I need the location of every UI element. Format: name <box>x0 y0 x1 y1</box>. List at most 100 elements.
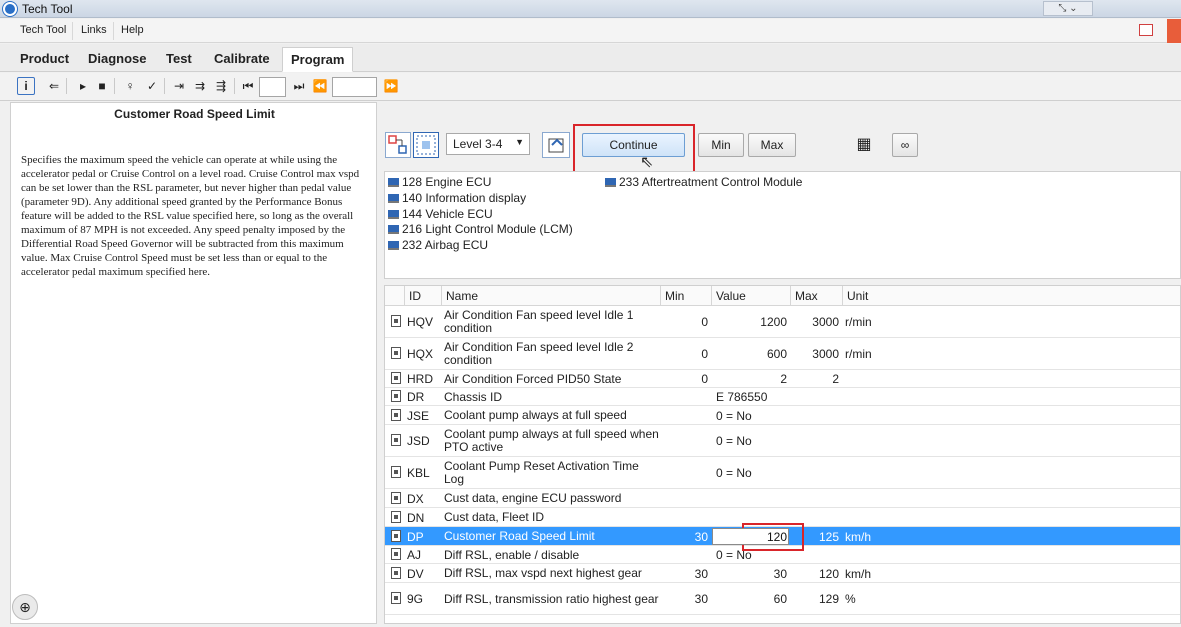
step-out-icon[interactable]: ⇶ <box>212 77 230 95</box>
cell-name-text: Cust data, engine ECU password <box>444 491 622 505</box>
mouse-cursor-icon: ⇖ <box>640 154 654 171</box>
table-row[interactable]: DV Diff RSL, max vspd next highest gear 30… <box>385 564 1180 583</box>
continue-button[interactable]: Continue <box>582 133 685 157</box>
table-row[interactable]: JSE Coolant pump always at full speed 0 = … <box>385 406 1180 425</box>
table-row[interactable]: JSD Coolant pump always at full speed whe… <box>385 425 1180 457</box>
menu-help[interactable]: Help <box>115 22 150 40</box>
header-min[interactable]: Min <box>661 286 712 306</box>
cell-min <box>661 508 712 527</box>
header-id[interactable]: ID <box>405 286 442 306</box>
tab-program[interactable]: Program <box>282 47 354 72</box>
link-icon[interactable]: ∞ <box>892 133 918 157</box>
table-row[interactable]: HQV Air Condition Fan speed level Idle 1 … <box>385 306 1180 338</box>
cell-name: Diff RSL, max vspd next highest gear <box>444 564 661 583</box>
ecu-item[interactable]: 216 Light Control Module (LCM) <box>388 222 573 237</box>
notification-icon[interactable] <box>1139 24 1153 36</box>
last-page-icon[interactable]: ⏭ <box>290 77 308 95</box>
cell-min <box>661 546 712 564</box>
cell-value[interactable]: 1200 <box>712 306 791 338</box>
level-select[interactable]: Level 3-4 ▼ <box>446 133 530 155</box>
ecu-item[interactable]: 144 Vehicle ECU <box>388 207 493 222</box>
cell-name: Diff RSL, enable / disable <box>444 546 661 564</box>
tab-product[interactable]: Product <box>12 47 77 72</box>
cell-name-text: Chassis ID <box>444 389 503 404</box>
page-input[interactable] <box>259 77 286 97</box>
app-icon <box>3 2 17 16</box>
cell-value-text: 60 <box>773 592 787 606</box>
cell-id-text: DN <box>407 510 425 525</box>
menu-tech-tool[interactable]: Tech Tool <box>14 22 74 40</box>
zoom-icon[interactable]: ⊕ <box>12 594 38 620</box>
table-row[interactable]: 9G Diff RSL, transmission ratio highest g… <box>385 583 1180 615</box>
user-badge[interactable] <box>1167 19 1181 43</box>
cell-value[interactable]: 2 <box>712 370 791 388</box>
min-button[interactable]: Min <box>698 133 744 157</box>
info-icon[interactable]: i <box>17 77 35 95</box>
cell-id-text: HQV <box>407 315 434 329</box>
table-row[interactable]: DR Chassis ID E 786550 <box>385 388 1180 406</box>
expand-view-icon[interactable] <box>413 132 439 158</box>
table-row[interactable]: KBL Coolant Pump Reset Activation Time Lo… <box>385 457 1180 489</box>
cell-value-text: 30 <box>773 566 787 581</box>
stop-icon[interactable]: ■ <box>93 77 111 95</box>
ecu-icon <box>388 178 399 188</box>
cell-value[interactable]: 60 <box>712 583 791 615</box>
cell-value[interactable]: 0 = No <box>712 406 791 425</box>
cell-value[interactable]: 30 <box>712 564 791 583</box>
position-input[interactable] <box>332 77 377 97</box>
cell-value[interactable]: E 786550 <box>712 388 791 406</box>
cell-name: Diff RSL, transmission ratio highest gea… <box>444 583 661 615</box>
preview-icon[interactable]: ♀ <box>121 77 139 95</box>
main-tabs: Product Diagnose Test Calibrate Program <box>0 44 1181 72</box>
description-pane: Customer Road Speed Limit Specifies the … <box>10 102 377 624</box>
table-row[interactable]: DP Customer Road Speed Limit 30 120 125 km/h <box>385 527 1180 546</box>
ecu-item[interactable]: 128 Engine ECU <box>388 175 491 190</box>
max-button[interactable]: Max <box>748 133 796 157</box>
document-icon[interactable] <box>542 132 570 158</box>
ecu-item[interactable]: 232 Airbag ECU <box>388 238 488 253</box>
back-icon[interactable]: ⇐ <box>45 77 63 95</box>
tree-view-icon[interactable] <box>385 132 411 158</box>
table-row[interactable]: HRD Air Condition Forced PID50 State 0 2 2 <box>385 370 1180 388</box>
check-icon[interactable]: ✓ <box>143 77 161 95</box>
tech-tool-window: Tech Tool ⤡ ⌄ Tech Tool Links Help Produ… <box>0 0 1181 627</box>
cell-max <box>791 388 843 406</box>
cell-value[interactable]: 120 <box>712 527 791 546</box>
cell-unit-text: % <box>845 592 856 606</box>
header-unit[interactable]: Unit <box>843 286 1180 306</box>
table-row[interactable]: HQX Air Condition Fan speed level Idle 2 … <box>385 338 1180 370</box>
table-row[interactable]: DX Cust data, engine ECU password <box>385 489 1180 508</box>
parameter-icon <box>391 510 401 523</box>
cell-id-text: DX <box>407 491 424 506</box>
ecu-item[interactable]: 140 Information display <box>388 191 526 206</box>
play-icon[interactable]: ▸ <box>74 77 92 95</box>
step-icon[interactable]: ⇥ <box>170 77 188 95</box>
cell-value[interactable]: 0 = No <box>712 457 791 489</box>
table-icon[interactable]: ▦ <box>852 134 876 156</box>
tab-diagnose[interactable]: Diagnose <box>80 47 155 72</box>
rewind-icon[interactable]: ⏪ <box>311 77 329 95</box>
cell-id: DR <box>407 388 442 406</box>
first-page-icon[interactable]: ⏮ <box>239 77 257 95</box>
level-select-value: Level 3-4 <box>453 137 503 151</box>
cell-value[interactable]: 0 = No <box>712 425 791 457</box>
cell-max: 3000 <box>791 306 843 338</box>
tab-test[interactable]: Test <box>158 47 200 72</box>
window-controls[interactable]: ⤡ ⌄ <box>1043 1 1093 16</box>
menu-links[interactable]: Links <box>75 22 114 40</box>
fast-forward-icon[interactable]: ⏩ <box>382 77 400 95</box>
cell-min: 0 <box>661 370 712 388</box>
cell-unit: r/min <box>845 306 945 338</box>
header-value[interactable]: Value <box>712 286 791 306</box>
ecu-item[interactable]: 233 Aftertreatment Control Module <box>605 175 802 190</box>
cell-value[interactable]: 600 <box>712 338 791 370</box>
header-max[interactable]: Max <box>791 286 843 306</box>
cell-min: 30 <box>661 564 712 583</box>
tab-calibrate[interactable]: Calibrate <box>206 47 278 72</box>
cell-max-text: 120 <box>818 566 839 581</box>
cell-name: Chassis ID <box>444 388 661 406</box>
cell-value[interactable] <box>712 489 791 508</box>
step-into-icon[interactable]: ⇉ <box>191 77 209 95</box>
cell-name: Coolant pump always at full speed <box>444 406 661 425</box>
header-name[interactable]: Name <box>442 286 661 306</box>
